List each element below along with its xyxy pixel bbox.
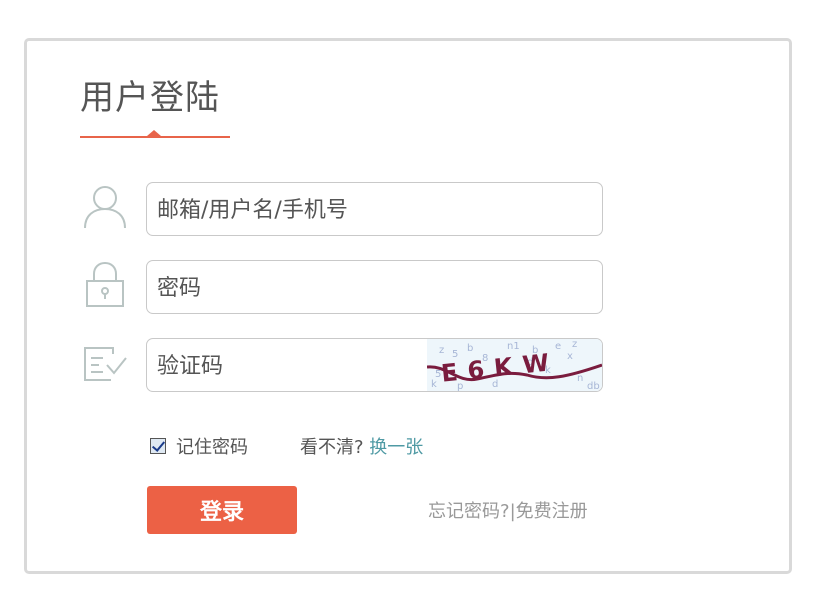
captcha-unclear-text: 看不清? xyxy=(300,437,364,458)
captcha-field[interactable]: z5b 8n1b ezx 5pd ddbk kn E6KW xyxy=(146,338,603,392)
captcha-refresh-link[interactable]: 换一张 xyxy=(369,437,423,458)
remember-password-label: 记住密码 xyxy=(176,437,248,458)
login-button[interactable]: 登录 xyxy=(147,486,297,534)
svg-text:n: n xyxy=(577,373,583,384)
svg-text:n1: n1 xyxy=(507,341,520,352)
password-field[interactable] xyxy=(146,260,603,314)
captcha-image[interactable]: z 5b 8n1 b e zx 5p d ddbk kn E6KW xyxy=(427,339,602,392)
svg-text:b: b xyxy=(467,343,473,354)
captcha-refresh-prompt: 看不清? 换一张 xyxy=(300,433,423,459)
register-link[interactable]: 免费注册 xyxy=(516,501,588,522)
username-field[interactable] xyxy=(146,182,603,236)
captcha-input[interactable] xyxy=(155,339,409,391)
title-underline-notch xyxy=(147,130,161,136)
svg-text:k: k xyxy=(431,379,437,390)
svg-text:x: x xyxy=(567,351,573,362)
user-icon xyxy=(84,186,126,229)
verify-code-icon xyxy=(84,347,127,381)
svg-text:db: db xyxy=(587,381,600,392)
remember-password-option[interactable]: 记住密码 xyxy=(150,433,248,459)
svg-text:z: z xyxy=(572,339,577,350)
svg-text:z: z xyxy=(439,345,444,356)
password-input[interactable] xyxy=(155,261,419,313)
forgot-password-link[interactable]: 忘记密码? xyxy=(428,501,510,522)
title-underline xyxy=(80,136,230,138)
username-input[interactable] xyxy=(155,183,419,235)
bottom-links: 忘记密码?|免费注册 xyxy=(428,497,588,523)
remember-password-checkbox[interactable] xyxy=(150,438,166,454)
page-title: 用户登陆 xyxy=(80,78,220,118)
lock-icon xyxy=(86,261,124,307)
